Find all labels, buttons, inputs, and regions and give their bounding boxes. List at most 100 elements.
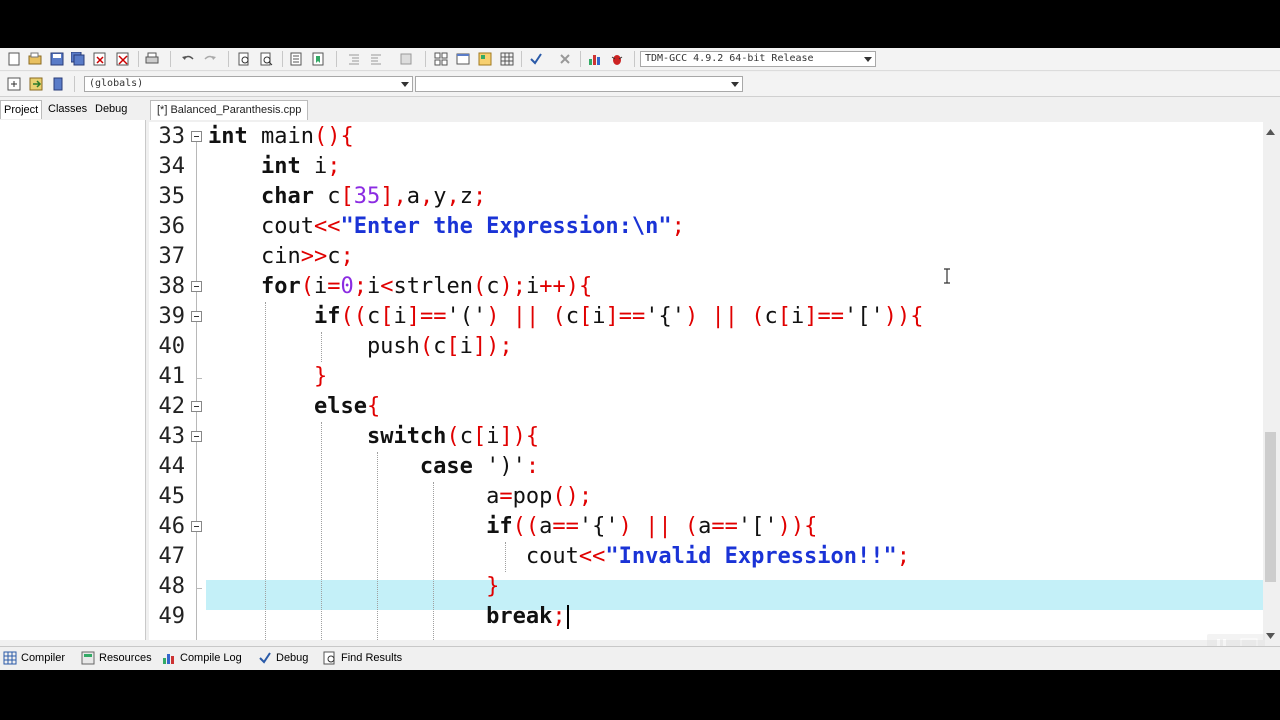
compiler-select-value: TDM-GCC 4.9.2 64-bit Release [645,53,814,64]
debug-bug-icon[interactable] [609,51,625,67]
undo-icon[interactable] [180,51,196,67]
text-caret [566,605,569,629]
tab-find-results[interactable]: Find Results [323,649,402,667]
tab-compile-log[interactable]: Compile Log [162,649,242,667]
print-icon[interactable] [144,51,160,67]
tab-resources[interactable]: Resources [81,649,152,667]
tab-project[interactable]: Project [0,100,42,119]
fold-toggle[interactable] [191,131,202,142]
save-icon[interactable] [49,51,65,67]
line-number: 43 [158,424,186,449]
chart-icon[interactable] [587,51,603,67]
redo-icon[interactable] [202,51,218,67]
code-line: for(i=0;i<strlen(c);i++){ [260,274,593,299]
code-line: else{ [313,394,381,419]
line-number: 44 [158,454,186,479]
fold-toggle[interactable] [191,281,202,292]
tab-resources-label: Resources [99,652,152,664]
member-select[interactable] [415,76,743,92]
close-file-icon[interactable] [92,51,108,67]
code-line: push(c[i]); [208,334,513,359]
find-results-icon [323,651,337,665]
project-panel[interactable] [0,120,146,640]
chevron-down-icon [728,77,742,91]
editor-vertical-scrollbar[interactable] [1263,122,1278,640]
editor-tab-file[interactable]: [*] Balanced_Paranthesis.cpp [150,100,309,120]
save-all-icon[interactable] [70,51,86,67]
ide-window: TDM-GCC 4.9.2 64-bit Release (globals) P… [0,48,1280,670]
new-project-icon[interactable] [433,51,449,67]
unindent-icon[interactable] [368,51,384,67]
scrollbar-thumb[interactable] [1265,432,1276,582]
tab-debug-output-label: Debug [276,652,309,664]
code-line: char c[35],a,y,z; [260,184,487,209]
replace-icon[interactable] [258,51,274,67]
line-number: 49 [158,604,186,629]
stop-icon[interactable] [557,51,573,67]
compile-check-icon[interactable] [528,51,544,67]
find-icon[interactable] [236,51,252,67]
goto-line-icon[interactable] [288,51,304,67]
chevron-down-icon [861,52,875,66]
line-number: 38 [158,274,186,299]
tab-compiler[interactable]: Compiler [3,649,65,667]
code-line: } [313,364,328,389]
comment-icon[interactable] [398,51,414,67]
line-number: 33 [158,124,186,149]
new-file-icon[interactable] [6,51,22,67]
fold-toggle[interactable] [191,401,202,412]
bookmark-icon[interactable] [50,76,66,92]
code-line: int main(){ [208,124,354,149]
fold-toggle[interactable] [191,311,202,322]
line-number: 40 [158,334,186,359]
tab-debug-output[interactable]: Debug [258,649,308,667]
options-grid-icon[interactable] [499,51,515,67]
resources-icon [81,651,95,665]
window-icon[interactable] [455,51,471,67]
line-number: 34 [158,154,186,179]
ibeam-cursor-icon [943,268,951,284]
code-editor[interactable]: 33 34 35 36 37 38 39 40 41 42 43 44 45 4… [149,122,1263,640]
line-number: 42 [158,394,186,419]
main-toolbar: TDM-GCC 4.9.2 64-bit Release [0,48,1280,71]
fold-toggle[interactable] [191,521,202,532]
navigation-toolbar: (globals) [0,72,1280,97]
line-number: 48 [158,574,186,599]
code-line: a=pop(); [208,484,593,509]
code-line: } [486,574,500,599]
toggle-bookmark-icon[interactable] [310,51,326,67]
indent-icon[interactable] [346,51,362,67]
scope-select[interactable]: (globals) [84,76,413,92]
scroll-up-icon[interactable] [1266,126,1275,138]
code-line: if((a=='{') || (a=='[')){ [486,514,818,539]
code-line: switch(c[i]){ [366,424,540,449]
tab-classes[interactable]: Classes [45,100,90,119]
goto-arrow-icon[interactable] [28,76,44,92]
compiler-select[interactable]: TDM-GCC 4.9.2 64-bit Release [640,51,876,67]
code-line: cout<<"Invalid Expression!!"; [208,544,911,569]
line-number: 46 [158,514,186,539]
code-line: cin>>c; [208,244,354,269]
code-line: cout<<"Enter the Expression:\n"; [208,214,685,239]
line-number: 35 [158,184,186,209]
tab-compile-log-label: Compile Log [180,652,242,664]
line-number: 45 [158,484,186,509]
code-line: break; [208,602,569,632]
tab-find-results-label: Find Results [341,652,403,664]
left-panel-tabs: Project Classes Debug [0,100,145,120]
bottom-panel-tabs: Compiler Resources Compile Log Debug Fin… [0,646,1280,669]
class-browser-icon[interactable] [477,51,493,67]
tab-debug[interactable]: Debug [92,100,130,119]
code-line: int i; [260,154,341,179]
scroll-down-icon[interactable] [1266,630,1275,642]
line-number: 37 [158,244,186,269]
line-number: 47 [158,544,186,569]
line-number-gutter: 33 34 35 36 37 38 39 40 41 42 43 44 45 4… [149,122,191,640]
fold-toggle[interactable] [191,431,202,442]
line-number: 36 [158,214,186,239]
insert-icon[interactable] [6,76,22,92]
compiler-grid-icon [3,651,17,665]
open-file-icon[interactable] [27,51,43,67]
close-all-icon[interactable] [115,51,131,67]
code-line: case ')': [419,454,540,479]
